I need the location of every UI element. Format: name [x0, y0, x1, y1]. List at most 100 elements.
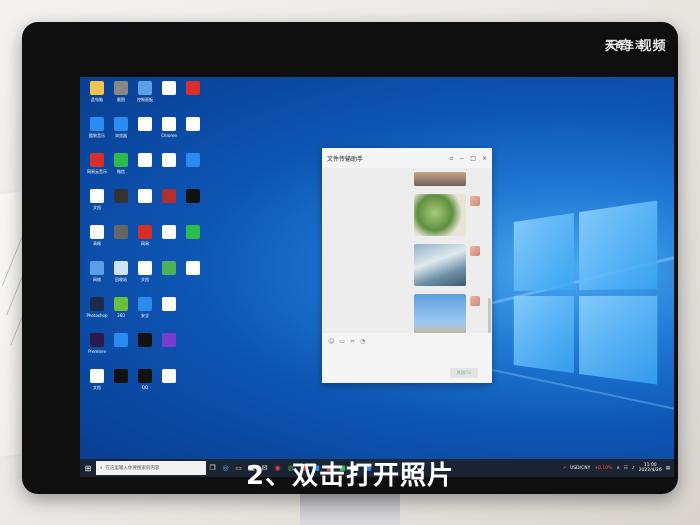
- netease-icon: [138, 225, 152, 239]
- desktop-icon[interactable]: 安全: [132, 297, 158, 318]
- desktop-icon[interactable]: [180, 117, 206, 133]
- desktop-icon[interactable]: [156, 189, 182, 205]
- desktop-icon-label: 文档: [141, 277, 149, 282]
- desktop-icon-label: 表格: [93, 241, 101, 246]
- desktop-icon[interactable]: [156, 369, 182, 385]
- ps-icon: [90, 297, 104, 311]
- desktop-icon[interactable]: [132, 333, 158, 349]
- photo-message-plant[interactable]: [414, 194, 466, 236]
- panel-icon: [138, 81, 152, 95]
- desktop-icon[interactable]: 文档: [132, 261, 158, 282]
- send-button[interactable]: 发送(S): [450, 368, 478, 378]
- desktop-icon[interactable]: [108, 189, 134, 205]
- file-transfer-chat-window[interactable]: 文件传输助手 ▫ − □ × ☺ ▭ ✂ ◔ 发送(S): [322, 148, 492, 383]
- photo-message-sunset[interactable]: [414, 172, 466, 186]
- desktop-icon[interactable]: [180, 261, 206, 277]
- desktop-icon[interactable]: [132, 153, 158, 169]
- desktop-icon[interactable]: QQ: [132, 369, 158, 390]
- doc-icon: [138, 261, 152, 275]
- pr-icon: [90, 333, 104, 347]
- chat-toolbar: ☺ ▭ ✂ ◔: [328, 338, 365, 345]
- camera-icon: [162, 153, 176, 167]
- desktop-icon[interactable]: [180, 225, 206, 241]
- scissors-icon[interactable]: ✂: [350, 338, 355, 345]
- folder-icon[interactable]: ▭: [339, 338, 345, 345]
- maximize-button[interactable]: □: [470, 155, 476, 162]
- desktop-icon[interactable]: 360: [108, 297, 134, 318]
- video-caption: 2、双击打开照片: [245, 461, 455, 491]
- desktop-icon-label: 360: [117, 313, 125, 318]
- app-icon: [162, 189, 176, 203]
- desktop-icon[interactable]: 网易: [132, 225, 158, 246]
- wechat-icon: [114, 153, 128, 167]
- desktop-icon[interactable]: 文档: [84, 189, 110, 210]
- desktop-icon[interactable]: [156, 333, 182, 349]
- desktop-icon[interactable]: Premiere: [84, 333, 110, 354]
- desktop-icon[interactable]: 回收站: [108, 261, 134, 282]
- desktop-icon[interactable]: 此电脑: [84, 81, 110, 102]
- chat-title: 文件传输助手: [327, 155, 364, 163]
- desktop-icon-label: Premiere: [88, 349, 106, 354]
- desktop-icon[interactable]: 文档: [84, 369, 110, 390]
- desktop-icon[interactable]: 网易云音乐: [84, 153, 110, 174]
- app-icon: [162, 333, 176, 347]
- desktop-icon[interactable]: [108, 333, 134, 349]
- desktop-icon-label: 文档: [93, 385, 101, 390]
- doc-icon: [162, 297, 176, 311]
- shield-icon: [114, 297, 128, 311]
- desktop-icon[interactable]: [108, 369, 134, 385]
- desktop-icon[interactable]: 控制面板: [132, 81, 158, 102]
- scrollbar[interactable]: [488, 298, 491, 333]
- browser-icon: [114, 117, 128, 131]
- desktop-icon-label: 此电脑: [91, 97, 103, 102]
- desktop-icon[interactable]: 网络: [84, 261, 110, 282]
- desktop-icon-label: 网易: [141, 241, 149, 246]
- desktop-icon-label: 截图: [117, 97, 125, 102]
- desktop-icon[interactable]: [156, 81, 182, 97]
- recycle-icon: [114, 261, 128, 275]
- desktop-icon[interactable]: 表格: [84, 225, 110, 246]
- pin-button[interactable]: ▫: [449, 155, 453, 162]
- desktop-icon[interactable]: 截图: [108, 81, 134, 102]
- doc-icon: [138, 189, 152, 203]
- avatar: [470, 196, 480, 206]
- app-icon: [162, 369, 176, 383]
- doc-icon: [138, 117, 152, 131]
- doc-icon: [186, 117, 200, 131]
- minimize-button[interactable]: −: [459, 155, 464, 162]
- network-icon: [90, 261, 104, 275]
- doc-icon: [90, 369, 104, 383]
- desktop-icon[interactable]: [132, 189, 158, 205]
- desktop-icon[interactable]: 酷狗音乐: [84, 117, 110, 138]
- desktop-icon-label: 网络: [93, 277, 101, 282]
- desktop-icon[interactable]: [108, 225, 134, 241]
- message-list[interactable]: [322, 168, 492, 333]
- desktop-icon[interactable]: [156, 153, 182, 169]
- windows-logo: [513, 199, 667, 395]
- desktop-icon-label: 网易云音乐: [87, 169, 107, 174]
- photo-message-water[interactable]: [414, 244, 466, 286]
- close-button[interactable]: ×: [482, 155, 487, 162]
- desktop-icon[interactable]: [180, 81, 206, 97]
- photo-message-sky-buildings[interactable]: [414, 294, 466, 333]
- desktop-icon-label: 浏览器: [115, 133, 127, 138]
- emoji-icon[interactable]: ☺: [328, 338, 334, 345]
- cursor-icon: [114, 333, 128, 347]
- desktop-icon[interactable]: Photoshop: [84, 297, 110, 318]
- watermark: 天奇 视频 天奇生活: [605, 35, 667, 54]
- desktop-icon[interactable]: [156, 297, 182, 313]
- chat-history-icon[interactable]: ◔: [360, 338, 365, 345]
- desktop-icon-label: 微信: [117, 169, 125, 174]
- desktop-icon-label: 回收站: [115, 277, 127, 282]
- desktop-icon[interactable]: [156, 261, 182, 277]
- black-icon: [114, 369, 128, 383]
- desktop-icon[interactable]: 浏览器: [108, 117, 134, 138]
- desktop-icon[interactable]: 微信: [108, 153, 134, 174]
- qq-icon: [138, 369, 152, 383]
- desktop-icon[interactable]: [132, 117, 158, 133]
- desktop-icon[interactable]: [180, 189, 206, 205]
- desktop-icon-label: 文档: [93, 205, 101, 210]
- desktop-icon[interactable]: [156, 225, 182, 241]
- desktop-icon[interactable]: [180, 153, 206, 169]
- desktop-icon[interactable]: Chrome: [156, 117, 182, 138]
